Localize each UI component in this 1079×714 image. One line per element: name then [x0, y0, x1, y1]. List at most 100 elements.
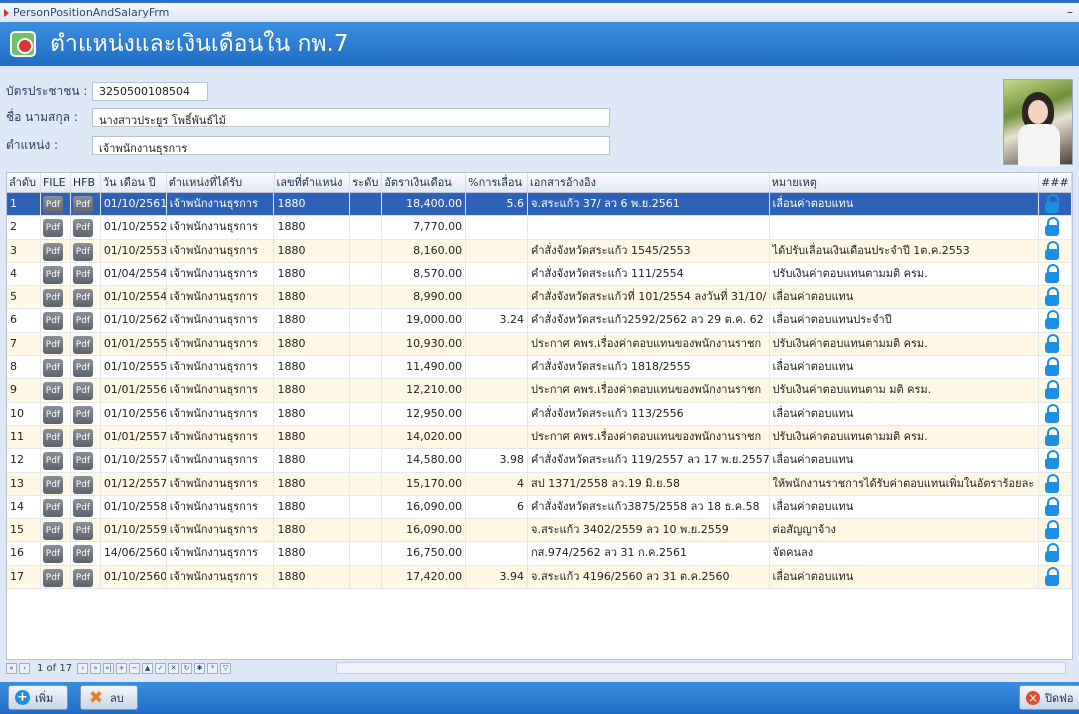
- position-field[interactable]: เจ้าพนักงานธุรการ: [92, 136, 610, 155]
- table-row[interactable]: 6 Pdf Pdf 01/10/2562 เจ้าพนักงานธุรการ 1880 19…: [7, 309, 1072, 333]
- header-col-position[interactable]: ตำแหน่งที่ได้รับ: [167, 173, 275, 192]
- file-pdf-button[interactable]: Pdf: [42, 428, 63, 447]
- hfb-pdf-button[interactable]: Pdf: [72, 335, 93, 354]
- table-row[interactable]: 13 Pdf Pdf 01/12/2557 เจ้าพนักงานธุรการ 1880 1…: [7, 472, 1072, 496]
- table-row[interactable]: 5 Pdf Pdf 01/10/2554 เจ้าพนักงานธุรการ 1880 8,…: [7, 286, 1072, 310]
- table-row[interactable]: 12 Pdf Pdf 01/10/2557 เจ้าพนักงานธุรการ 1880 1…: [7, 449, 1072, 473]
- id-field[interactable]: 3250500108504: [92, 82, 208, 101]
- table-row[interactable]: 4 Pdf Pdf 01/04/2554 เจ้าพนักงานธุรการ 1880 8,…: [7, 262, 1072, 287]
- unlock-icon[interactable]: [1044, 217, 1060, 237]
- add-button[interactable]: + เพิ่ม: [8, 685, 68, 710]
- table-row[interactable]: 10 Pdf Pdf 01/10/2556 เจ้าพนักงานธุรการ 1880 1…: [7, 402, 1072, 426]
- unlock-icon[interactable]: [1044, 194, 1060, 214]
- first-page-icon[interactable]: «: [6, 662, 17, 674]
- close-form-button[interactable]: × ปิดฟอ: [1019, 685, 1079, 710]
- hfb-pdf-button[interactable]: Pdf: [72, 568, 93, 587]
- header-col-percent[interactable]: %การเลื่อน: [466, 173, 529, 192]
- unlock-icon[interactable]: [1044, 566, 1060, 587]
- hfb-pdf-button[interactable]: Pdf: [72, 405, 93, 424]
- file-pdf-button[interactable]: Pdf: [42, 289, 63, 308]
- hfb-pdf-button[interactable]: Pdf: [72, 359, 93, 378]
- horizontal-scrollbar[interactable]: [336, 662, 1066, 674]
- unlock-icon[interactable]: [1044, 496, 1060, 517]
- hfb-pdf-button[interactable]: Pdf: [72, 289, 93, 308]
- hfb-pdf-button[interactable]: Pdf: [72, 452, 93, 471]
- post-edit-icon[interactable]: ✓: [155, 662, 167, 674]
- header-col-reference[interactable]: เอกสารอ้างอิง: [528, 173, 770, 192]
- table-row[interactable]: 17 Pdf Pdf 01/10/2560 เจ้าพนักงานธุรการ 1880 1…: [7, 565, 1072, 590]
- cancel-edit-icon[interactable]: ✕: [168, 662, 180, 674]
- file-pdf-button[interactable]: Pdf: [42, 405, 63, 424]
- unlock-icon[interactable]: [1044, 357, 1060, 377]
- unlock-icon[interactable]: [1044, 310, 1060, 330]
- unlock-icon[interactable]: [1044, 287, 1060, 307]
- file-pdf-button[interactable]: Pdf: [42, 382, 63, 401]
- hfb-pdf-button[interactable]: Pdf: [72, 522, 93, 541]
- unlock-icon[interactable]: [1044, 520, 1060, 540]
- header-col-position-no[interactable]: เลขที่ตำแหน่ง: [275, 173, 351, 192]
- file-pdf-button[interactable]: Pdf: [42, 359, 63, 378]
- file-pdf-button[interactable]: Pdf: [42, 498, 63, 517]
- unlock-icon[interactable]: [1044, 543, 1060, 563]
- file-pdf-button[interactable]: Pdf: [42, 475, 63, 494]
- unlock-icon[interactable]: [1044, 403, 1060, 424]
- header-col-date[interactable]: วัน เดือน ปี: [101, 173, 167, 192]
- table-row[interactable]: 15 Pdf Pdf 01/10/2559 เจ้าพนักงานธุรการ 1880 1…: [7, 519, 1072, 543]
- header-col-salary[interactable]: อัตราเงินเดือน: [382, 173, 467, 192]
- header-col-file[interactable]: FILE: [41, 173, 71, 192]
- header-col-hfb[interactable]: HFB: [71, 173, 101, 192]
- table-row[interactable]: 3 Pdf Pdf 01/10/2553 เจ้าพนักงานธุรการ 1880 8,…: [7, 239, 1072, 263]
- unlock-icon[interactable]: [1044, 426, 1060, 447]
- header-col-level[interactable]: ระดับ: [350, 173, 383, 192]
- filter-icon[interactable]: ▽: [220, 662, 232, 674]
- name-field[interactable]: นางสาวประยูร โพธิ์พันธ์ไม้: [92, 108, 610, 127]
- hfb-pdf-button[interactable]: Pdf: [72, 498, 93, 517]
- unlock-icon[interactable]: [1044, 380, 1060, 400]
- refresh-icon[interactable]: ↻: [181, 662, 193, 674]
- file-pdf-button[interactable]: Pdf: [42, 545, 63, 564]
- table-row[interactable]: 11 Pdf Pdf 01/01/2557 เจ้าพนักงานธุรการ 1880 1…: [7, 425, 1072, 450]
- hfb-pdf-button[interactable]: Pdf: [72, 475, 93, 494]
- file-pdf-button[interactable]: Pdf: [42, 312, 63, 331]
- prev-page-icon[interactable]: ‹: [19, 662, 30, 674]
- file-pdf-button[interactable]: Pdf: [42, 568, 63, 587]
- file-pdf-button[interactable]: Pdf: [42, 335, 63, 354]
- hfb-pdf-button[interactable]: Pdf: [72, 312, 93, 331]
- header-col-lock[interactable]: ###: [1039, 173, 1072, 192]
- table-row[interactable]: 8 Pdf Pdf 01/10/2555 เจ้าพนักงานธุรการ 1880 11…: [7, 356, 1072, 380]
- bookmark-icon[interactable]: ✱: [194, 662, 206, 674]
- delete-record-icon[interactable]: −: [129, 662, 141, 674]
- hfb-pdf-button[interactable]: Pdf: [72, 196, 93, 214]
- table-row[interactable]: 16 Pdf Pdf 14/06/2560 เจ้าพนักงานธุรการ 1880 1…: [7, 542, 1072, 566]
- unlock-icon[interactable]: [1044, 450, 1060, 470]
- delete-button[interactable]: ✖ ลบ: [80, 685, 138, 710]
- file-pdf-button[interactable]: Pdf: [42, 196, 63, 214]
- unlock-icon[interactable]: [1044, 240, 1060, 261]
- table-row[interactable]: 9 Pdf Pdf 01/01/2556 เจ้าพนักงานธุรการ 1880 12…: [7, 379, 1072, 403]
- table-row[interactable]: 7 Pdf Pdf 01/01/2555 เจ้าพนักงานธุรการ 1880 10…: [7, 332, 1072, 357]
- hfb-pdf-button[interactable]: Pdf: [72, 428, 93, 447]
- table-row[interactable]: 2 Pdf Pdf 01/10/2552 เจ้าพนักงานธุรการ 1880 7,…: [7, 216, 1072, 240]
- add-record-icon[interactable]: +: [116, 662, 128, 674]
- table-row[interactable]: 14 Pdf Pdf 01/10/2558 เจ้าพนักงานธุรการ 1880 1…: [7, 495, 1072, 520]
- hfb-pdf-button[interactable]: Pdf: [72, 382, 93, 401]
- last-page-icon[interactable]: »|: [103, 662, 115, 674]
- file-pdf-button[interactable]: Pdf: [42, 219, 63, 238]
- hfb-pdf-button[interactable]: Pdf: [72, 219, 93, 238]
- unlock-icon[interactable]: [1044, 263, 1060, 284]
- unlock-icon[interactable]: [1044, 333, 1060, 354]
- edit-record-icon[interactable]: ▲: [142, 662, 154, 674]
- minimize-button[interactable]: –: [1067, 5, 1073, 19]
- hfb-pdf-button[interactable]: Pdf: [72, 265, 93, 284]
- header-col-order[interactable]: ลำดับ: [7, 173, 41, 192]
- unlock-icon[interactable]: [1044, 473, 1060, 494]
- hfb-pdf-button[interactable]: Pdf: [72, 545, 93, 564]
- file-pdf-button[interactable]: Pdf: [42, 265, 63, 284]
- header-col-note[interactable]: หมายเหตุ: [770, 173, 1040, 192]
- next-page-icon[interactable]: ›: [77, 662, 89, 674]
- goto-bookmark-icon[interactable]: *: [207, 662, 219, 674]
- file-pdf-button[interactable]: Pdf: [42, 242, 63, 261]
- hfb-pdf-button[interactable]: Pdf: [72, 242, 93, 261]
- table-row[interactable]: 1 Pdf Pdf 01/10/2561 เจ้าพนักงานธุรการ 1880 18…: [7, 193, 1072, 217]
- next-pages-icon[interactable]: »: [90, 662, 102, 674]
